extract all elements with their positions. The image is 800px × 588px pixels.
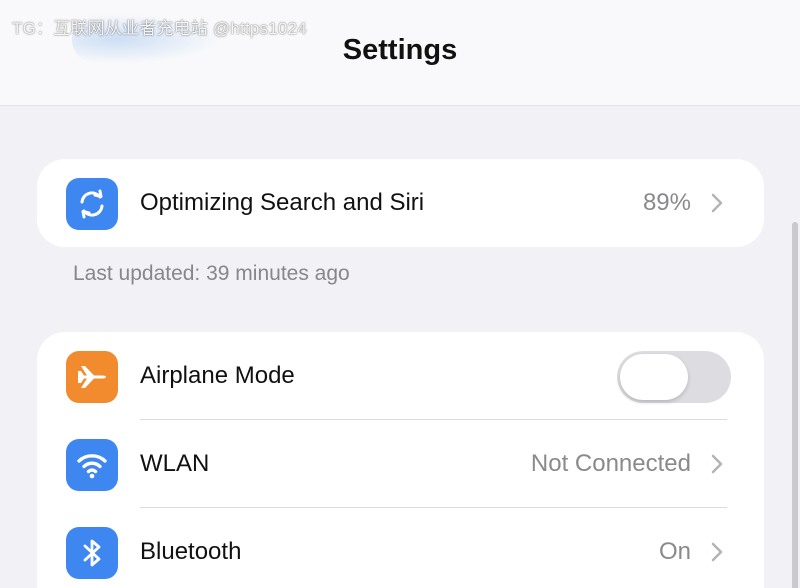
wifi-icon (66, 439, 118, 491)
bluetooth-status-value: On (658, 538, 691, 565)
bluetooth-label: Bluetooth (140, 538, 242, 565)
airplane-mode-label: Airplane Mode (140, 362, 295, 389)
optimizing-progress-value: 89% (642, 189, 691, 216)
bluetooth-row[interactable]: Bluetooth On (37, 508, 764, 588)
optimizing-label: Optimizing Search and Siri (140, 189, 425, 216)
wlan-row[interactable]: WLAN Not Connected (37, 420, 764, 508)
toggle-knob (620, 354, 688, 400)
wlan-label: WLAN (140, 450, 210, 477)
navigation-header: TG：互联网从业者充电站 @https1024 Settings (0, 0, 800, 106)
scrollbar[interactable] (792, 222, 798, 588)
optimizing-card: Optimizing Search and Siri 89% (37, 159, 764, 247)
optimizing-search-siri-row[interactable]: Optimizing Search and Siri 89% (37, 159, 764, 247)
wlan-status-value: Not Connected (530, 450, 691, 477)
page-title: Settings (342, 34, 458, 66)
sync-icon (66, 178, 118, 230)
airplane-mode-toggle[interactable] (617, 351, 731, 403)
chevron-right-icon (711, 193, 723, 213)
last-updated-text: Last updated: 39 minutes ago (73, 262, 350, 285)
airplane-mode-row: Airplane Mode (37, 332, 764, 420)
airplane-icon (66, 351, 118, 403)
network-settings-card: Airplane Mode WLAN Not Connected Bluetoo… (37, 332, 764, 588)
bluetooth-icon (66, 527, 118, 579)
chevron-right-icon (711, 454, 723, 474)
chevron-right-icon (711, 542, 723, 562)
